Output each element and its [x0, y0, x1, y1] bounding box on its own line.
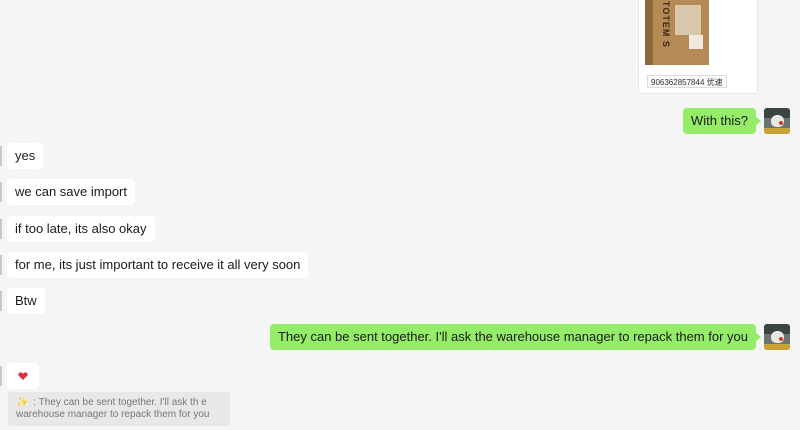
avatar[interactable] [764, 108, 790, 134]
incoming-marker [0, 146, 2, 166]
incoming-marker [0, 366, 2, 386]
incoming-message: if too late, its also okay [0, 214, 155, 244]
incoming-message: Btw [0, 286, 45, 316]
avatar-base [764, 128, 790, 134]
quoted-reply-preview[interactable]: ✨ : They can be sent together. I'll ask … [8, 392, 230, 426]
incoming-marker [0, 255, 2, 275]
incoming-marker [0, 219, 2, 239]
sparkle-icon: ✨ [16, 397, 29, 408]
incoming-bubble[interactable]: for me, its just important to receive it… [7, 252, 309, 278]
outgoing-bubble[interactable]: They can be sent together. I'll ask the … [269, 324, 762, 350]
incoming-bubble[interactable]: Btw [7, 288, 45, 314]
incoming-message: yes [0, 141, 44, 171]
sticker-bubble[interactable] [7, 363, 39, 389]
photo-tape-strip [645, 0, 653, 65]
avatar-accent [779, 121, 783, 125]
photo-label-area [675, 5, 701, 35]
incoming-sticker-message [0, 361, 39, 391]
outgoing-message: They can be sent together. I'll ask the … [269, 324, 790, 350]
quote-prefix: : [30, 397, 39, 408]
chat-area: TOTEM S 9063628578​44 优速 With this? yes … [0, 0, 800, 430]
image-message-card[interactable]: TOTEM S 9063628578​44 优速 [638, 0, 758, 94]
heart-sticker-icon [18, 372, 28, 380]
outgoing-bubble[interactable]: With this? [682, 108, 762, 134]
incoming-marker [0, 182, 2, 202]
avatar-accent [779, 337, 783, 341]
photo-box-text: TOTEM S [661, 1, 671, 48]
photo-sticker-area [689, 35, 703, 49]
incoming-bubble[interactable]: we can save import [7, 179, 135, 205]
incoming-message: we can save import [0, 177, 135, 207]
outgoing-message: With this? [682, 108, 790, 134]
avatar[interactable] [764, 324, 790, 350]
incoming-bubble[interactable]: yes [7, 143, 44, 169]
avatar-base [764, 344, 790, 350]
incoming-marker [0, 291, 2, 311]
package-photo[interactable]: TOTEM S [645, 0, 709, 65]
tracking-number-tag[interactable]: 9063628578​44 优速 [647, 75, 727, 88]
quote-text: They can be sent together. I'll ask th e… [16, 397, 210, 420]
incoming-message: for me, its just important to receive it… [0, 250, 309, 280]
incoming-bubble[interactable]: if too late, its also okay [7, 216, 155, 242]
